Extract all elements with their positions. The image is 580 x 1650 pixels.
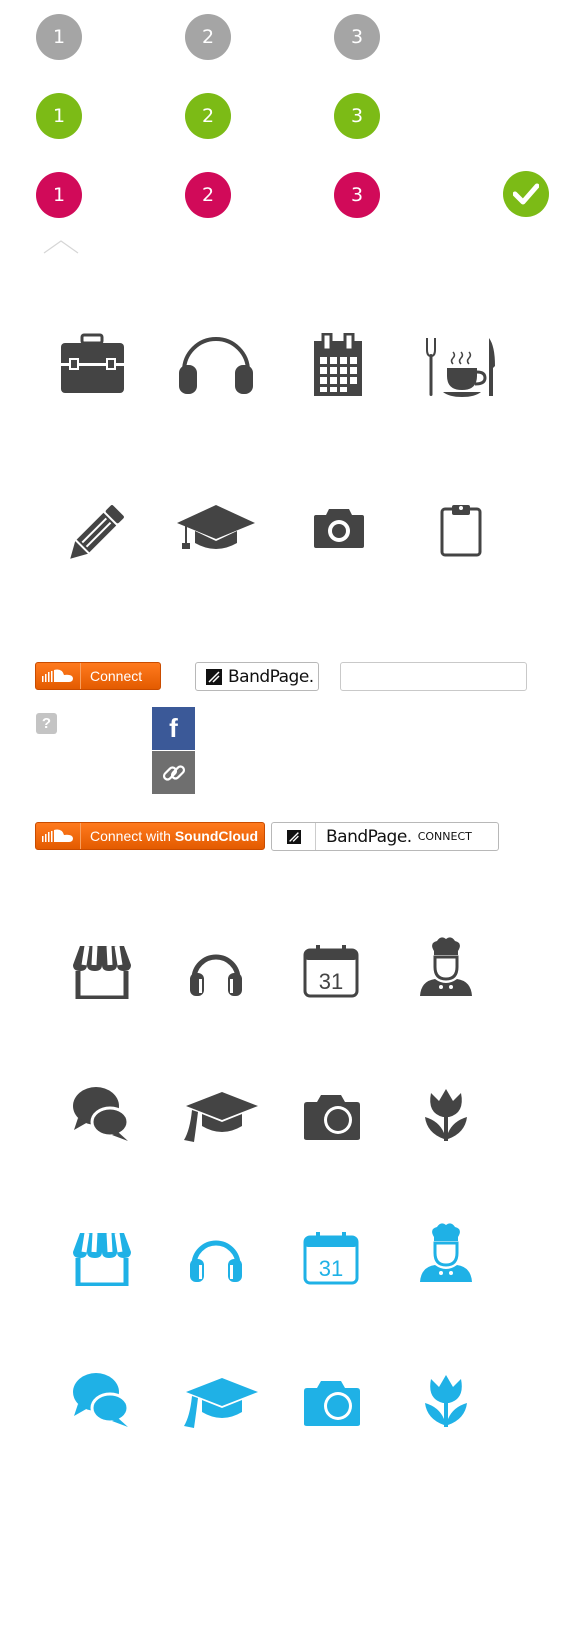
briefcase-icon: [60, 333, 126, 395]
chat-icon: [72, 1086, 130, 1142]
checkmark-icon: [503, 171, 549, 217]
step-1-gray: 1: [36, 14, 82, 60]
clipboard-icon: [438, 503, 484, 557]
headphones-icon: [178, 331, 254, 395]
graduation-cap-icon: [178, 1090, 260, 1144]
chef-icon: [419, 937, 473, 997]
connect-with-soundcloud-label: Connect with SoundCloud: [81, 828, 258, 844]
calendar-day-text: 31: [319, 969, 343, 994]
bandpage-logo-icon: [206, 668, 222, 685]
soundcloud-logo-icon: [36, 663, 81, 689]
calendar-icon: 31: [303, 944, 359, 998]
soundcloud-logo-icon: [36, 823, 81, 849]
step-2-red: 2: [185, 172, 231, 218]
step-1-green: 1: [36, 93, 82, 139]
bandpage-connect-label: CONNECT: [417, 830, 472, 843]
chat-icon: [72, 1372, 130, 1428]
camera-icon: [303, 1379, 361, 1427]
calendar-day-text: 31: [319, 1256, 343, 1281]
soundcloud-brand-text: SoundCloud: [174, 828, 259, 844]
caret-up-icon[interactable]: [43, 240, 79, 254]
camera-icon: [303, 1093, 361, 1141]
store-icon: [72, 945, 132, 999]
soundcloud-connect-button[interactable]: Connect: [35, 662, 161, 690]
step-3-gray: 3: [334, 14, 380, 60]
connect-with-soundcloud-button[interactable]: Connect with SoundCloud: [35, 822, 265, 850]
bandpage-label: BandPage.: [326, 826, 412, 847]
step-2-green: 2: [185, 93, 231, 139]
bandpage-logo-icon: [287, 829, 301, 844]
link-icon[interactable]: [152, 751, 195, 794]
headphones-icon: [189, 1229, 243, 1283]
soundcloud-connect-label: Connect: [90, 668, 143, 684]
tulip-icon: [423, 1373, 469, 1429]
headphones-icon: [189, 943, 243, 997]
store-icon: [72, 1232, 132, 1286]
help-icon[interactable]: ?: [36, 713, 57, 734]
divider: [315, 823, 316, 850]
chef-icon: [419, 1223, 473, 1283]
bandpage-label: BandPage.: [228, 666, 314, 687]
calendar-icon: 31: [303, 1231, 359, 1285]
step-1-red: 1: [36, 172, 82, 218]
step-3-red: 3: [334, 172, 380, 218]
pencil-icon: [64, 503, 126, 565]
text-input[interactable]: [340, 662, 527, 691]
graduation-cap-icon: [175, 503, 257, 553]
step-2-gray: 2: [185, 14, 231, 60]
connect-with-prefix: Connect with: [90, 828, 175, 844]
tulip-icon: [423, 1087, 469, 1143]
calendar-icon: [313, 333, 363, 397]
bandpage-connect-button[interactable]: BandPage. CONNECT: [271, 822, 499, 851]
bandpage-button[interactable]: BandPage.: [195, 662, 319, 691]
graduation-cap-icon: [178, 1376, 260, 1430]
camera-icon: [313, 507, 365, 549]
step-3-green: 3: [334, 93, 380, 139]
dining-icon: [425, 336, 499, 398]
facebook-icon[interactable]: f: [152, 707, 195, 750]
